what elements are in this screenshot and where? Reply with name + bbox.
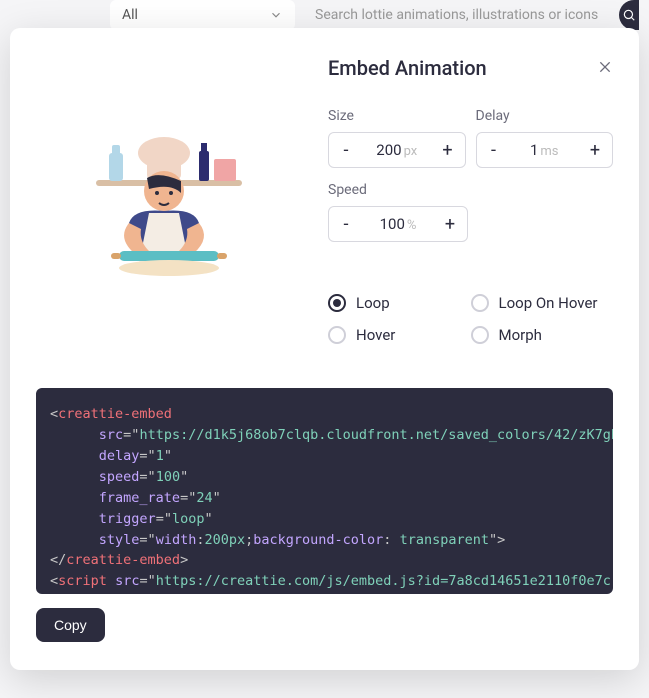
- size-value[interactable]: 200: [376, 141, 401, 159]
- delay-stepper: - 1 ms +: [476, 132, 614, 168]
- trigger-loop[interactable]: Loop: [328, 294, 471, 312]
- trigger-loop-hover-label: Loop On Hover: [499, 294, 598, 312]
- category-filter-label: All: [122, 7, 138, 23]
- close-button[interactable]: [597, 58, 613, 78]
- radio-icon: [471, 326, 489, 344]
- radio-icon: [328, 326, 346, 344]
- embed-code-block[interactable]: <creattie-embed src="https://d1k5j68ob7c…: [36, 388, 613, 594]
- embed-animation-modal: Embed Animation: [10, 28, 639, 670]
- category-filter[interactable]: All: [110, 0, 295, 30]
- modal-title: Embed Animation: [328, 56, 487, 80]
- trigger-hover-label: Hover: [356, 326, 395, 344]
- trigger-loop-hover[interactable]: Loop On Hover: [471, 294, 614, 312]
- radio-icon: [471, 294, 489, 312]
- trigger-hover[interactable]: Hover: [328, 326, 471, 344]
- delay-value[interactable]: 1: [530, 141, 538, 159]
- speed-decrement[interactable]: -: [329, 207, 363, 241]
- search-button[interactable]: [619, 0, 639, 30]
- chevron-down-icon: [269, 8, 283, 22]
- search-icon: [622, 8, 636, 22]
- trigger-loop-label: Loop: [356, 294, 390, 312]
- speed-value[interactable]: 100: [380, 215, 405, 233]
- delay-unit: ms: [540, 144, 558, 159]
- speed-increment[interactable]: +: [433, 207, 467, 241]
- copy-button[interactable]: Copy: [36, 608, 105, 642]
- speed-label: Speed: [328, 182, 468, 198]
- close-icon: [597, 59, 613, 75]
- size-increment[interactable]: +: [431, 133, 465, 167]
- trigger-morph[interactable]: Morph: [471, 326, 614, 344]
- radio-icon: [328, 294, 346, 312]
- trigger-morph-label: Morph: [499, 326, 542, 344]
- size-stepper: - 200 px +: [328, 132, 466, 168]
- delay-label: Delay: [476, 108, 614, 124]
- animation-preview: [36, 108, 302, 308]
- search-placeholder[interactable]: Search lottie animations, illustrations …: [305, 7, 609, 23]
- speed-unit: %: [407, 218, 417, 233]
- size-decrement[interactable]: -: [329, 133, 363, 167]
- chef-illustration: [59, 123, 279, 293]
- size-unit: px: [404, 144, 418, 159]
- size-label: Size: [328, 108, 466, 124]
- speed-stepper: - 100 % +: [328, 206, 468, 242]
- delay-increment[interactable]: +: [578, 133, 612, 167]
- delay-decrement[interactable]: -: [477, 133, 511, 167]
